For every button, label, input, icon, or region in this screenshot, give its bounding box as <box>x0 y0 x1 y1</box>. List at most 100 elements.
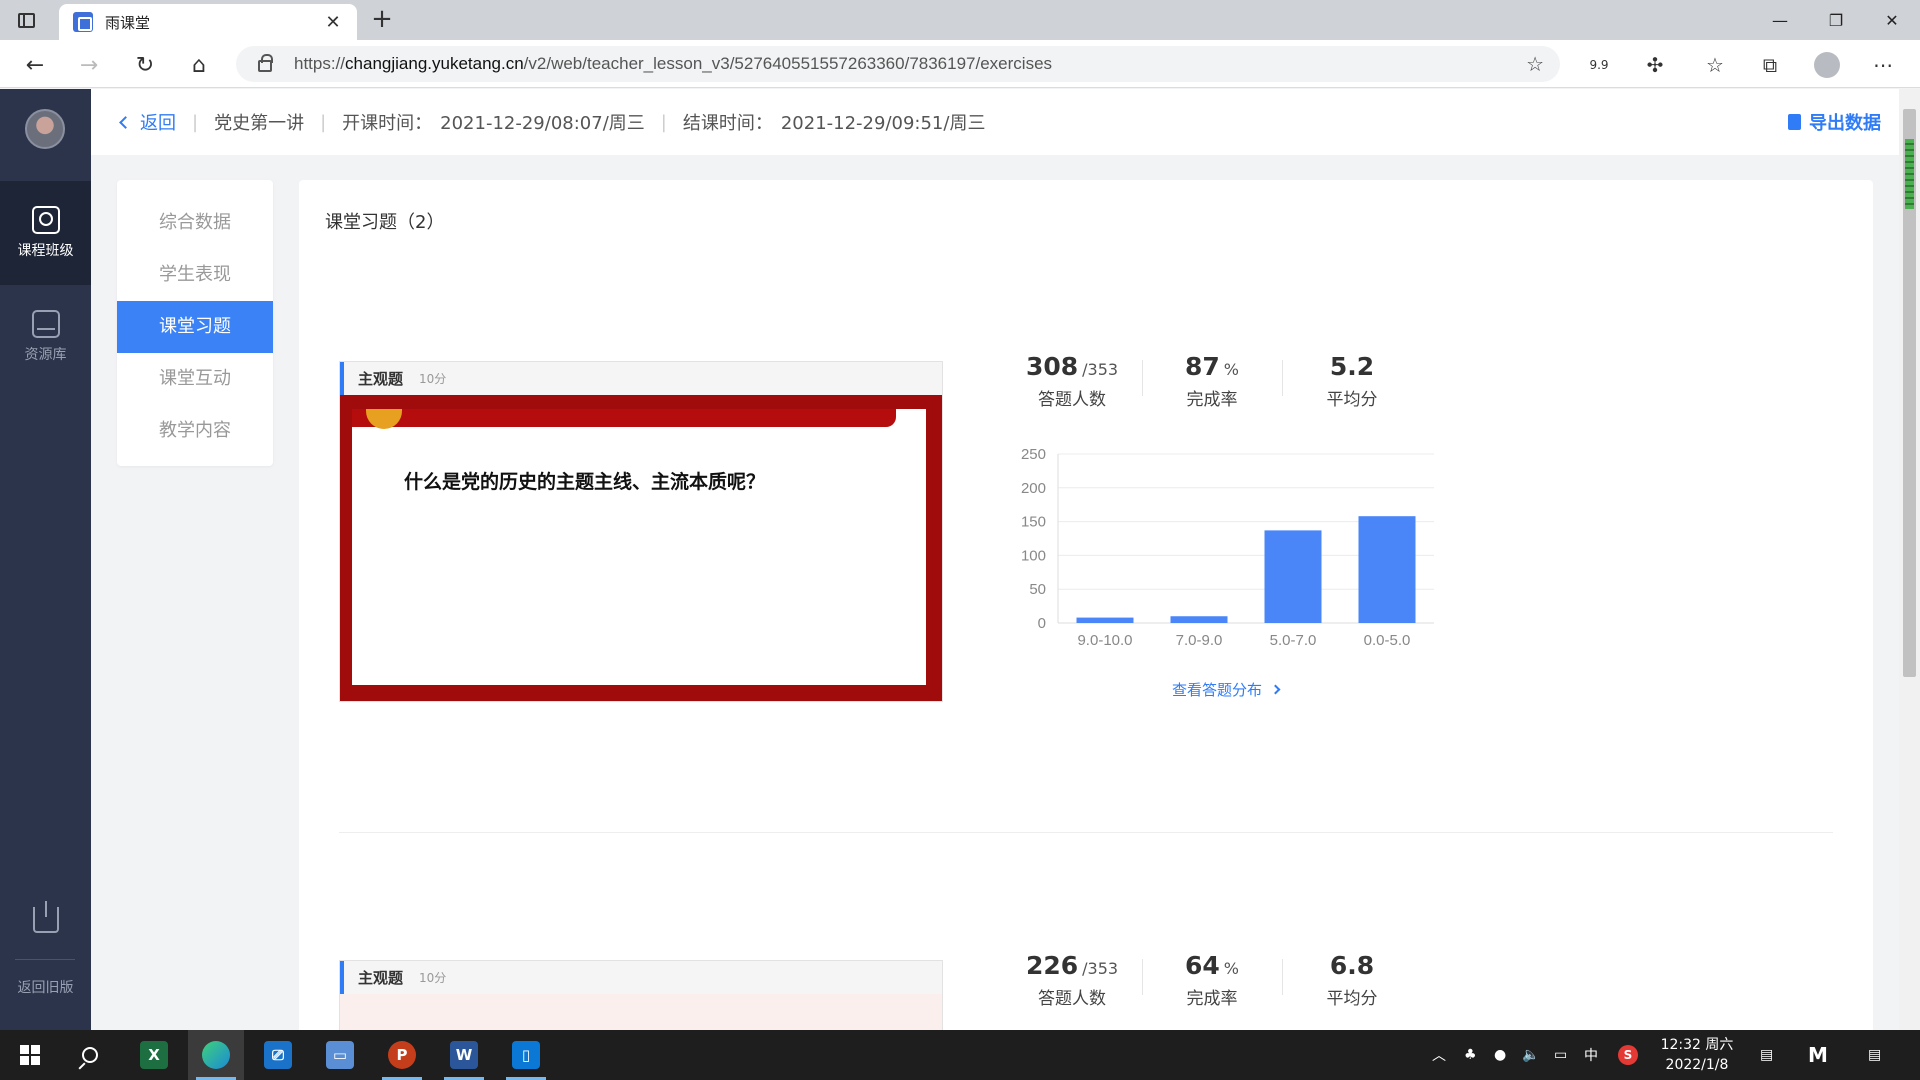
collections-icon[interactable]: ⧉ <box>1757 52 1783 78</box>
powerpoint-taskbar-button[interactable]: P <box>374 1030 430 1080</box>
tray-m-icon[interactable]: M <box>1808 1030 1828 1080</box>
x-tick-label: 0.0-5.0 <box>1364 632 1411 649</box>
end-time-label: 结课时间： <box>682 113 773 134</box>
course-icon <box>31 206 60 234</box>
end-time-value: 2021-12-29/09:51/周三 <box>780 113 986 134</box>
lesson-header: 返回 | 党史第一讲 | 开课时间： 2021-12-29/08:07/周三 |… <box>91 89 1899 155</box>
edge-taskbar-button[interactable] <box>188 1030 244 1080</box>
favorites-icon[interactable]: ☆ <box>1702 52 1728 78</box>
home-icon[interactable]: ⌂ <box>184 50 214 80</box>
action-center-icon[interactable]: ▤ <box>1868 1030 1881 1080</box>
question-score: 10分 <box>419 971 447 985</box>
chevron-right-icon <box>1270 684 1281 695</box>
completion-stat: 87% 完成率 <box>1142 352 1282 410</box>
back-link[interactable]: 返回 <box>119 109 176 135</box>
profile-icon[interactable] <box>1814 52 1840 78</box>
user-avatar[interactable] <box>25 109 65 149</box>
more-menu-icon[interactable]: ⋯ <box>1870 52 1896 78</box>
start-button[interactable] <box>2 1030 58 1080</box>
notification-app-icon[interactable]: ▤ <box>1760 1030 1773 1080</box>
show-hidden-icons[interactable]: ︿ <box>1432 1030 1446 1080</box>
exercise-card[interactable]: 主观题 10分 <box>339 960 943 1033</box>
browser-toolbar: ← → ↻ ⌂ https://changjiang.yuketang.cn/v… <box>0 40 1920 88</box>
question-type: 主观题 <box>358 370 404 388</box>
laptop-icon: ▭ <box>326 1041 354 1069</box>
y-tick-label: 50 <box>1029 581 1046 598</box>
laptop-app-taskbar-button[interactable]: ▭ <box>312 1030 368 1080</box>
resource-library-icon <box>31 310 60 338</box>
export-data-button[interactable]: 导出数据 <box>1788 109 1881 135</box>
subnav-item-exercises[interactable]: 课堂习题 <box>117 301 273 353</box>
return-old-version-link[interactable]: 返回旧版 <box>0 977 91 997</box>
tray-network-icon[interactable]: ● <box>1494 1030 1506 1080</box>
edge-icon <box>202 1041 230 1069</box>
question-text: 什么是党的历史的主题主线、主流本质呢？ <box>404 471 766 493</box>
excel-taskbar-button[interactable]: X <box>126 1030 182 1080</box>
ime-indicator[interactable]: 中 <box>1584 1030 1598 1080</box>
completion-stat: 64% 完成率 <box>1142 951 1282 1009</box>
remote-desktop-icon: ⎚ <box>264 1041 292 1069</box>
windows-taskbar: X ⎚ ▭ P W ▯ ︿ ♣ ● 🔈 ▭ 中 S 12:32 周六 2022/… <box>0 1030 1920 1080</box>
nav-item-resource-library[interactable]: 资源库 <box>0 285 91 389</box>
view-answer-distribution-link[interactable]: 查看答题分布 <box>1172 679 1281 700</box>
nav-item-course-class[interactable]: 课程班级 <box>0 181 91 285</box>
question-score: 10分 <box>419 372 447 386</box>
subnav-item-content[interactable]: 教学内容 <box>117 405 273 457</box>
nav-divider <box>15 959 75 960</box>
start-time-label: 开课时间： <box>342 113 433 134</box>
excel-icon: X <box>140 1041 168 1069</box>
extension-badge[interactable]: 9.9 <box>1586 52 1612 78</box>
bar <box>1264 530 1322 623</box>
exercise-card[interactable]: 主观题 10分 什么是党的历史的主题主线、主流本质呢？ <box>339 361 943 702</box>
bar <box>1358 516 1416 623</box>
average-score-stat: 5.2 平均分 <box>1282 352 1422 410</box>
exercises-title: 课堂习题（2） <box>325 212 445 233</box>
app-left-nav: 课程班级 资源库 返回旧版 <box>0 89 91 1030</box>
bar <box>1076 617 1134 623</box>
restore-icon[interactable]: ❐ <box>1808 0 1864 40</box>
close-window-icon[interactable]: ✕ <box>1864 0 1920 40</box>
download-icon[interactable] <box>33 901 59 933</box>
add-favorite-icon[interactable]: ☆ <box>1526 52 1544 76</box>
export-icon <box>1788 114 1801 130</box>
remote-desktop-taskbar-button[interactable]: ⎚ <box>250 1030 306 1080</box>
tray-app-icon[interactable]: ♣ <box>1464 1030 1477 1080</box>
subnav-item-student-performance[interactable]: 学生表现 <box>117 249 273 301</box>
windows-logo-icon <box>20 1045 40 1065</box>
bar <box>1170 616 1228 623</box>
search-icon <box>82 1047 98 1063</box>
back-arrow-icon[interactable]: ← <box>20 50 50 80</box>
browser-tab[interactable]: 雨课堂 ✕ <box>59 4 357 40</box>
volume-icon[interactable]: 🔈 <box>1522 1030 1539 1080</box>
word-taskbar-button[interactable]: W <box>436 1030 492 1080</box>
page-scrollbar[interactable] <box>1899 89 1920 1030</box>
exercise-stats: 226/353 答题人数 64% 完成率 6.8 平均分 <box>1002 951 1422 1009</box>
subnav-item-interaction[interactable]: 课堂互动 <box>117 353 273 405</box>
close-tab-icon[interactable]: ✕ <box>323 12 343 33</box>
question-slide <box>340 994 942 1032</box>
scroll-indicator <box>1905 139 1914 209</box>
extensions-puzzle-icon[interactable]: ✣ <box>1642 52 1668 78</box>
taskbar-clock[interactable]: 12:32 周六 2022/1/8 <box>1652 1035 1742 1075</box>
exercise-card-header: 主观题 10分 <box>340 961 942 994</box>
answered-stat: 226/353 答题人数 <box>1025 951 1119 1009</box>
sogou-icon[interactable]: S <box>1618 1030 1638 1080</box>
x-tick-label: 9.0-10.0 <box>1077 632 1132 649</box>
y-tick-label: 100 <box>1021 547 1046 564</box>
phone-app-taskbar-button[interactable]: ▯ <box>498 1030 554 1080</box>
lock-icon <box>258 54 273 72</box>
exercise-card-header: 主观题 10分 <box>340 362 942 395</box>
powerpoint-icon: P <box>388 1041 416 1069</box>
tab-actions-icon[interactable] <box>14 8 38 32</box>
average-score-stat: 6.8 平均分 <box>1282 951 1422 1009</box>
forward-arrow-icon[interactable]: → <box>74 50 104 80</box>
subnav-item-overview[interactable]: 综合数据 <box>117 197 273 249</box>
search-button[interactable] <box>62 1030 118 1080</box>
y-tick-label: 150 <box>1021 514 1046 531</box>
phone-icon: ▯ <box>512 1041 540 1069</box>
new-tab-icon[interactable]: + <box>368 6 396 34</box>
refresh-icon[interactable]: ↻ <box>130 50 160 80</box>
address-bar[interactable]: https://changjiang.yuketang.cn/v2/web/te… <box>236 46 1560 82</box>
minimize-icon[interactable]: — <box>1752 0 1808 40</box>
battery-icon[interactable]: ▭ <box>1554 1030 1567 1080</box>
